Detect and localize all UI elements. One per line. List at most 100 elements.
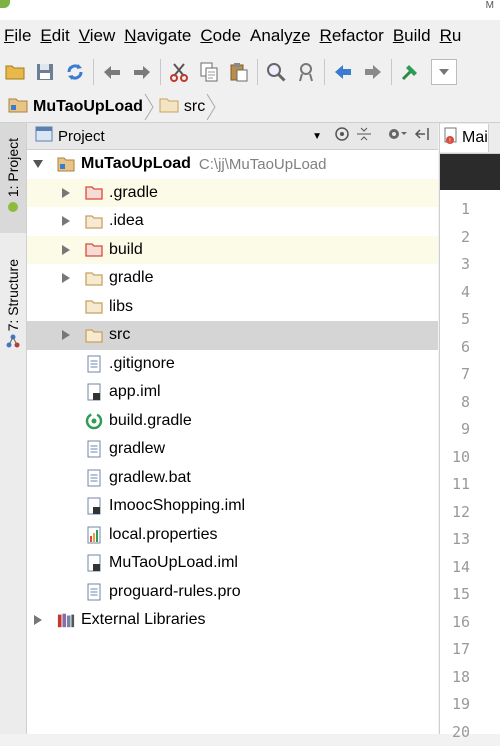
toolbar [0, 52, 500, 93]
line-number: 7 [440, 361, 470, 389]
sync-icon[interactable] [60, 57, 90, 87]
project-panel-header: Project ▼ [27, 123, 438, 150]
android-studio-icon [0, 0, 10, 8]
text-file-icon [85, 355, 103, 373]
tree-item-gradlew[interactable]: gradlew [27, 435, 438, 464]
menu-file[interactable]: File [0, 26, 36, 46]
chevron-down-icon[interactable]: ▼ [312, 131, 322, 142]
tree-item-label: build.gradle [109, 412, 192, 430]
back-icon[interactable] [328, 57, 358, 87]
tree-item-gradle-folder[interactable]: gradle [27, 264, 438, 293]
tree-item-gradle-dir[interactable]: .gradle [27, 179, 438, 208]
expand-arrow-right-icon[interactable] [60, 272, 72, 284]
folder-icon [85, 269, 103, 287]
menu-navigate[interactable]: Navigate [120, 26, 196, 46]
forward-icon[interactable] [358, 57, 388, 87]
breadcrumb-src[interactable]: src [155, 92, 205, 122]
tree-root-row[interactable]: MuTaoUpLoad C:\jj\MuTaoUpLoad [27, 150, 438, 179]
save-all-icon[interactable] [30, 57, 60, 87]
menu-code[interactable]: Code [196, 26, 246, 46]
tree-item-imoocshopping-iml[interactable]: ImoocShopping.iml [27, 492, 438, 521]
line-number: 4 [440, 279, 470, 307]
run-config-dropdown[interactable] [431, 59, 457, 85]
toolbar-separator [160, 59, 161, 85]
menu-view[interactable]: View [75, 26, 121, 46]
line-number: 10 [440, 444, 470, 472]
undo-icon[interactable] [97, 57, 127, 87]
menu-run[interactable]: Ru [436, 26, 467, 46]
tree-item-build-dir[interactable]: build [27, 236, 438, 265]
tree-item-idea-dir[interactable]: .idea [27, 207, 438, 236]
expand-arrow-right-icon[interactable] [32, 614, 44, 626]
project-tree: MuTaoUpLoad C:\jj\MuTaoUpLoad .gradle .i… [27, 150, 438, 734]
tree-item-external-libraries[interactable]: External Libraries [27, 606, 438, 635]
tree-item-label: local.properties [109, 526, 218, 544]
menu-build[interactable]: Build [389, 26, 436, 46]
folder-icon [85, 212, 103, 230]
structure-tool-tab[interactable]: 7: Structure [0, 251, 26, 361]
folder-icon [85, 298, 103, 316]
tree-root-name: MuTaoUpLoad [81, 155, 191, 173]
line-number: 20 [440, 719, 470, 746]
editor-gutter: 1234567891011121314151617181920 [439, 154, 500, 734]
project-tool-tab[interactable]: 1: Project [0, 123, 26, 233]
title-bar: M [0, 0, 500, 20]
expand-arrow-right-icon[interactable] [60, 244, 72, 256]
redo-icon[interactable] [127, 57, 157, 87]
editor-tab-main[interactable]: ! Mai [440, 124, 489, 152]
tree-item-gradlew-bat[interactable]: gradlew.bat [27, 464, 438, 493]
tree-item-label: ImoocShopping.iml [109, 497, 245, 515]
window-title: M [486, 0, 494, 11]
expand-arrow-right-icon[interactable] [60, 187, 72, 199]
make-project-hammer-icon[interactable] [395, 57, 425, 87]
open-folder-icon[interactable] [0, 57, 30, 87]
tree-item-label: proguard-rules.pro [109, 583, 241, 601]
toolbar-separator [391, 59, 392, 85]
tree-item-libs-folder[interactable]: libs [27, 293, 438, 322]
line-number: 9 [440, 416, 470, 444]
locate-icon[interactable] [334, 126, 350, 147]
iml-file-icon [85, 554, 103, 572]
tree-item-proguard-rules[interactable]: proguard-rules.pro [27, 578, 438, 607]
find-icon[interactable] [261, 57, 291, 87]
tree-item-app-iml[interactable]: app.iml [27, 378, 438, 407]
java-file-error-icon: ! [444, 127, 458, 150]
folder-excluded-icon [85, 184, 103, 202]
cut-icon[interactable] [164, 57, 194, 87]
left-tool-strip: 1: Project 7: Structure [0, 123, 27, 734]
menu-refactor[interactable]: Refactor [316, 26, 389, 46]
settings-gear-icon[interactable] [386, 126, 408, 147]
tree-item-label: gradle [109, 269, 153, 287]
paste-icon[interactable] [224, 57, 254, 87]
tree-item-build-gradle[interactable]: build.gradle [27, 407, 438, 436]
toolbar-separator [257, 59, 258, 85]
line-number: 8 [440, 389, 470, 417]
tree-item-label: src [109, 326, 130, 344]
hide-panel-icon[interactable] [414, 126, 430, 147]
tree-item-gitignore[interactable]: .gitignore [27, 350, 438, 379]
expand-arrow-right-icon[interactable] [60, 329, 72, 341]
folder-excluded-icon [85, 241, 103, 259]
expand-arrow-right-icon[interactable] [60, 215, 72, 227]
tree-item-local-properties[interactable]: local.properties [27, 521, 438, 550]
tree-item-src-folder[interactable]: src [27, 321, 438, 350]
copy-icon[interactable] [194, 57, 224, 87]
tree-item-label: MuTaoUpLoad.iml [109, 554, 238, 572]
breadcrumb: MuTaoUpLoad src [0, 92, 500, 123]
menu-edit[interactable]: Edit [36, 26, 74, 46]
gradle-file-icon [85, 412, 103, 430]
tree-root-path: C:\jj\MuTaoUpLoad [199, 156, 327, 173]
line-number: 6 [440, 334, 470, 362]
tree-item-mutaoupload-iml[interactable]: MuTaoUpLoad.iml [27, 549, 438, 578]
menu-analyze[interactable]: Analyze [246, 26, 316, 46]
replace-icon[interactable] [291, 57, 321, 87]
editor-tab-label: Mai [462, 129, 488, 147]
tree-item-label: .idea [109, 212, 144, 230]
text-file-icon [85, 469, 103, 487]
project-view-selector[interactable]: Project [58, 128, 105, 145]
breadcrumb-project[interactable]: MuTaoUpLoad [0, 92, 143, 122]
collapse-all-icon[interactable] [356, 126, 372, 147]
iml-file-icon [85, 383, 103, 401]
expand-arrow-down-icon[interactable] [32, 158, 44, 170]
folder-icon [85, 326, 103, 344]
